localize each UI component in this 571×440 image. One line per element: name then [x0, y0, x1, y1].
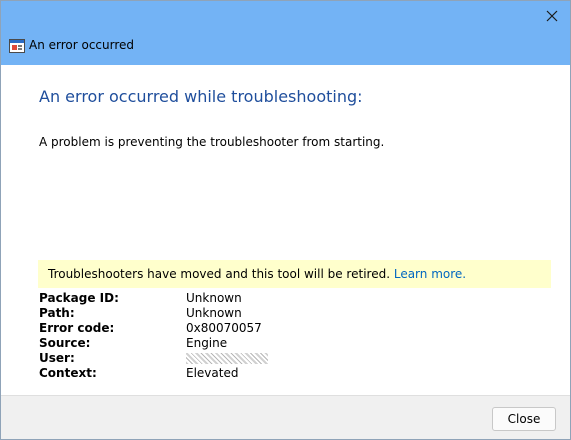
detail-value: 0x80070057	[186, 321, 262, 335]
error-dialog: An error occurred An error occurred whil…	[0, 0, 571, 440]
detail-label: Package ID:	[39, 291, 119, 305]
redacted-user-value	[186, 353, 268, 364]
detail-value: Unknown	[186, 306, 242, 320]
detail-value: Engine	[186, 336, 228, 350]
detail-label: Path:	[39, 306, 75, 320]
notice-text-wrapper: Troubleshooters have moved and this tool…	[48, 267, 466, 281]
window-close-button[interactable]	[534, 1, 570, 31]
detail-label: User:	[39, 351, 75, 365]
detail-label: Error code:	[39, 321, 115, 335]
error-message: A problem is preventing the troubleshoot…	[39, 135, 385, 149]
detail-label: Context:	[39, 366, 97, 380]
dialog-footer: Close	[1, 395, 570, 439]
learn-more-link[interactable]: Learn more.	[394, 267, 466, 281]
window-title: An error occurred	[29, 38, 135, 52]
dialog-content: An error occurred while troubleshooting:…	[1, 65, 570, 395]
notice-text: Troubleshooters have moved and this tool…	[48, 267, 391, 281]
close-button[interactable]: Close	[492, 407, 556, 431]
troubleshooter-window-icon	[9, 39, 25, 53]
detail-label: Source:	[39, 336, 91, 350]
detail-value: Unknown	[186, 291, 242, 305]
error-heading: An error occurred while troubleshooting:	[39, 87, 363, 106]
title-bar: An error occurred	[1, 1, 570, 65]
retirement-notice: Troubleshooters have moved and this tool…	[38, 260, 551, 288]
detail-value: Elevated	[186, 366, 239, 380]
close-icon	[546, 10, 558, 22]
